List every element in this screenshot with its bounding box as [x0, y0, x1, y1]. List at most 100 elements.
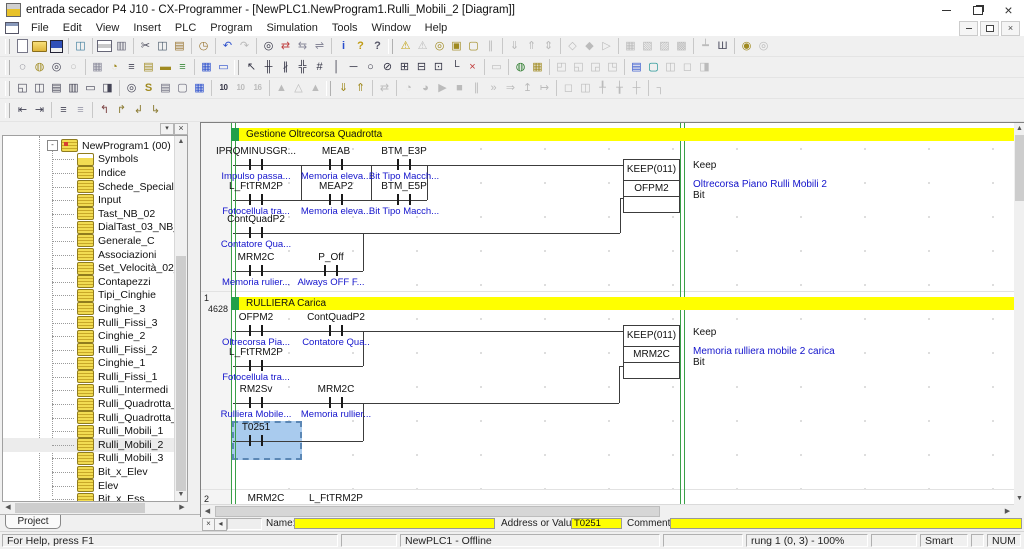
- mnemonic-view-icon[interactable]: ▭: [215, 59, 232, 75]
- contact-no-tool-icon[interactable]: ╫: [260, 59, 277, 75]
- scroll-right-icon[interactable]: [176, 502, 188, 514]
- rung-comment-list-icon[interactable]: ≡: [123, 59, 140, 75]
- tab-project[interactable]: Project: [5, 515, 61, 529]
- tree-item-cinghie-3[interactable]: Cinghie_3: [3, 302, 175, 316]
- tree-item-tast-nb-02[interactable]: Tast_NB_02: [3, 207, 175, 221]
- coil-tool-icon[interactable]: ○: [362, 59, 379, 75]
- find-icon[interactable]: ◎: [260, 38, 277, 54]
- tile-horizontal-icon[interactable]: ▤: [48, 80, 65, 96]
- ladder-canvas[interactable]: Gestione Oltrecorsa Quadrotta RULLIERA Ca…: [201, 123, 1014, 504]
- undo-icon[interactable]: ↶: [219, 38, 236, 54]
- symbol-lookup-icon[interactable]: S: [140, 80, 157, 96]
- local-symbol-table-icon[interactable]: ≡: [174, 59, 191, 75]
- toolbar-grip[interactable]: [388, 38, 393, 54]
- toolbar-grip[interactable]: [5, 102, 10, 118]
- tree-hscroll-thumb[interactable]: [15, 503, 145, 513]
- rung-note-icon[interactable]: ▤: [157, 80, 174, 96]
- cut-icon[interactable]: ✂: [137, 38, 154, 54]
- tree-horizontal-scrollbar[interactable]: [2, 502, 188, 514]
- show-monitor-box-icon[interactable]: ▤: [140, 59, 157, 75]
- zoom-out-icon[interactable]: ◎: [48, 59, 65, 75]
- new-icon[interactable]: [14, 38, 31, 54]
- tree-item-rulli-fissi-3[interactable]: Rulli_Fissi_3: [3, 316, 175, 330]
- cascade-windows-icon[interactable]: ◫: [31, 80, 48, 96]
- tree-item-bit-x-elev[interactable]: Bit_x_Elev: [3, 465, 175, 479]
- replace-icon[interactable]: ⇄: [277, 38, 294, 54]
- menu-tools[interactable]: Tools: [325, 20, 365, 36]
- mdi-close-button[interactable]: [1001, 20, 1020, 36]
- menu-edit[interactable]: Edit: [56, 20, 89, 36]
- coil-nc-tool-icon[interactable]: ⊘: [379, 59, 396, 75]
- online-edit-icon[interactable]: ◉: [738, 38, 755, 54]
- tree-item-indice[interactable]: Indice: [3, 166, 175, 180]
- scroll-up-icon[interactable]: [1014, 123, 1024, 134]
- line-connect-tool-icon[interactable]: └: [447, 59, 464, 75]
- toolbar-grip[interactable]: [5, 59, 10, 75]
- scroll-down-icon[interactable]: [1014, 493, 1024, 504]
- scroll-left-icon[interactable]: [2, 502, 14, 514]
- tree-item-elev[interactable]: Elev: [3, 479, 175, 493]
- go-to-rung-start-icon[interactable]: ↰: [96, 102, 113, 118]
- align-top-icon[interactable]: ≡: [55, 102, 72, 118]
- paste-icon[interactable]: ▤: [171, 38, 188, 54]
- zoom-in-icon[interactable]: ◌: [14, 59, 31, 75]
- select-tool-icon[interactable]: ↖: [243, 59, 260, 75]
- workspace-close-button[interactable]: [174, 123, 188, 135]
- online-search-icon[interactable]: ◎: [431, 38, 448, 54]
- menu-insert[interactable]: Insert: [126, 20, 168, 36]
- address-or-value-input[interactable]: [571, 518, 622, 529]
- tree-item-cinghie-2[interactable]: Cinghie_2: [3, 329, 175, 343]
- line-delete-tool-icon[interactable]: ×: [464, 59, 481, 75]
- tree-item-cinghie-1[interactable]: Cinghie_1: [3, 356, 175, 371]
- restore-button[interactable]: [962, 0, 993, 20]
- open-icon[interactable]: [31, 38, 48, 54]
- tree-scroll-thumb[interactable]: [176, 256, 186, 491]
- rung-header[interactable]: Gestione Oltrecorsa Quadrotta: [231, 128, 1014, 141]
- arrange-icons-icon[interactable]: ▭: [82, 80, 99, 96]
- tree-item-symbols[interactable]: Symbols: [3, 152, 175, 167]
- keep-instruction-block[interactable]: KEEP(011) MRM2C: [623, 325, 680, 379]
- rung-header[interactable]: RULLIERA Carica: [231, 297, 1014, 310]
- mdi-minimize-button[interactable]: [959, 20, 978, 36]
- ladder-view-icon[interactable]: ▦: [198, 59, 215, 75]
- menu-program[interactable]: Program: [203, 20, 259, 36]
- find-replace-icon[interactable]: ⇆: [294, 38, 311, 54]
- show-grid-icon[interactable]: ▦: [89, 59, 106, 75]
- ladder-contact[interactable]: P_Off Always OFF F...: [286, 252, 376, 290]
- browse-icon[interactable]: ◍: [512, 59, 529, 75]
- online-monitor-icon[interactable]: ▢: [465, 38, 482, 54]
- horizontal-line-tool-icon[interactable]: ─: [345, 59, 362, 75]
- tree-item-rulli-quadrotta-1[interactable]: Rulli_Quadrotta_1: [3, 397, 175, 411]
- ladder-contact-selected[interactable]: T0251: [211, 422, 301, 460]
- comment-input[interactable]: [670, 518, 1022, 529]
- zoom-custom-icon[interactable]: ◍: [31, 59, 48, 75]
- tree-item-associazioni[interactable]: Associazioni: [3, 248, 175, 262]
- toolbar-grip[interactable]: [5, 80, 10, 96]
- ladder-contact[interactable]: BTM_E3P Bit Tipo Macch...: [359, 146, 449, 184]
- contact-nc-tool-icon[interactable]: ∦: [277, 59, 294, 75]
- address-reference-tool-icon[interactable]: Ш: [714, 38, 731, 54]
- tree-item-rulli-mobili-2[interactable]: Rulli_Mobili_2: [3, 438, 175, 452]
- tile-vertical-icon[interactable]: ▥: [65, 80, 82, 96]
- help-icon[interactable]: ?: [352, 38, 369, 54]
- monitor-colors-icon[interactable]: ◔: [106, 59, 123, 75]
- compile-icon[interactable]: ⚠: [397, 38, 414, 54]
- menu-window[interactable]: Window: [365, 20, 418, 36]
- about-icon[interactable]: i: [335, 38, 352, 54]
- copy-icon[interactable]: ◫: [154, 38, 171, 54]
- instruction-detail-tool-icon[interactable]: ⊟: [413, 59, 430, 75]
- close-button[interactable]: [993, 0, 1024, 20]
- toolbar-grip[interactable]: [234, 59, 239, 75]
- window-view-icon[interactable]: ▢: [174, 80, 191, 96]
- print-preview-icon[interactable]: ▥: [113, 38, 130, 54]
- go-to-next-input-icon[interactable]: ↱: [113, 102, 130, 118]
- instruction-tool-icon[interactable]: ⊞: [396, 59, 413, 75]
- ladder-vscroll-thumb[interactable]: [1015, 135, 1024, 201]
- find-report-icon[interactable]: ⇌: [311, 38, 328, 54]
- toolbar-grip[interactable]: [5, 38, 10, 54]
- online-save-icon[interactable]: ▣: [448, 38, 465, 54]
- ladder-contact[interactable]: ContQuadP2 Contatore Qua...: [211, 214, 301, 252]
- go-to-next-output-icon[interactable]: ↲: [130, 102, 147, 118]
- scroll-down-icon[interactable]: [175, 489, 187, 501]
- expand-collapse-icon[interactable]: -: [47, 140, 58, 152]
